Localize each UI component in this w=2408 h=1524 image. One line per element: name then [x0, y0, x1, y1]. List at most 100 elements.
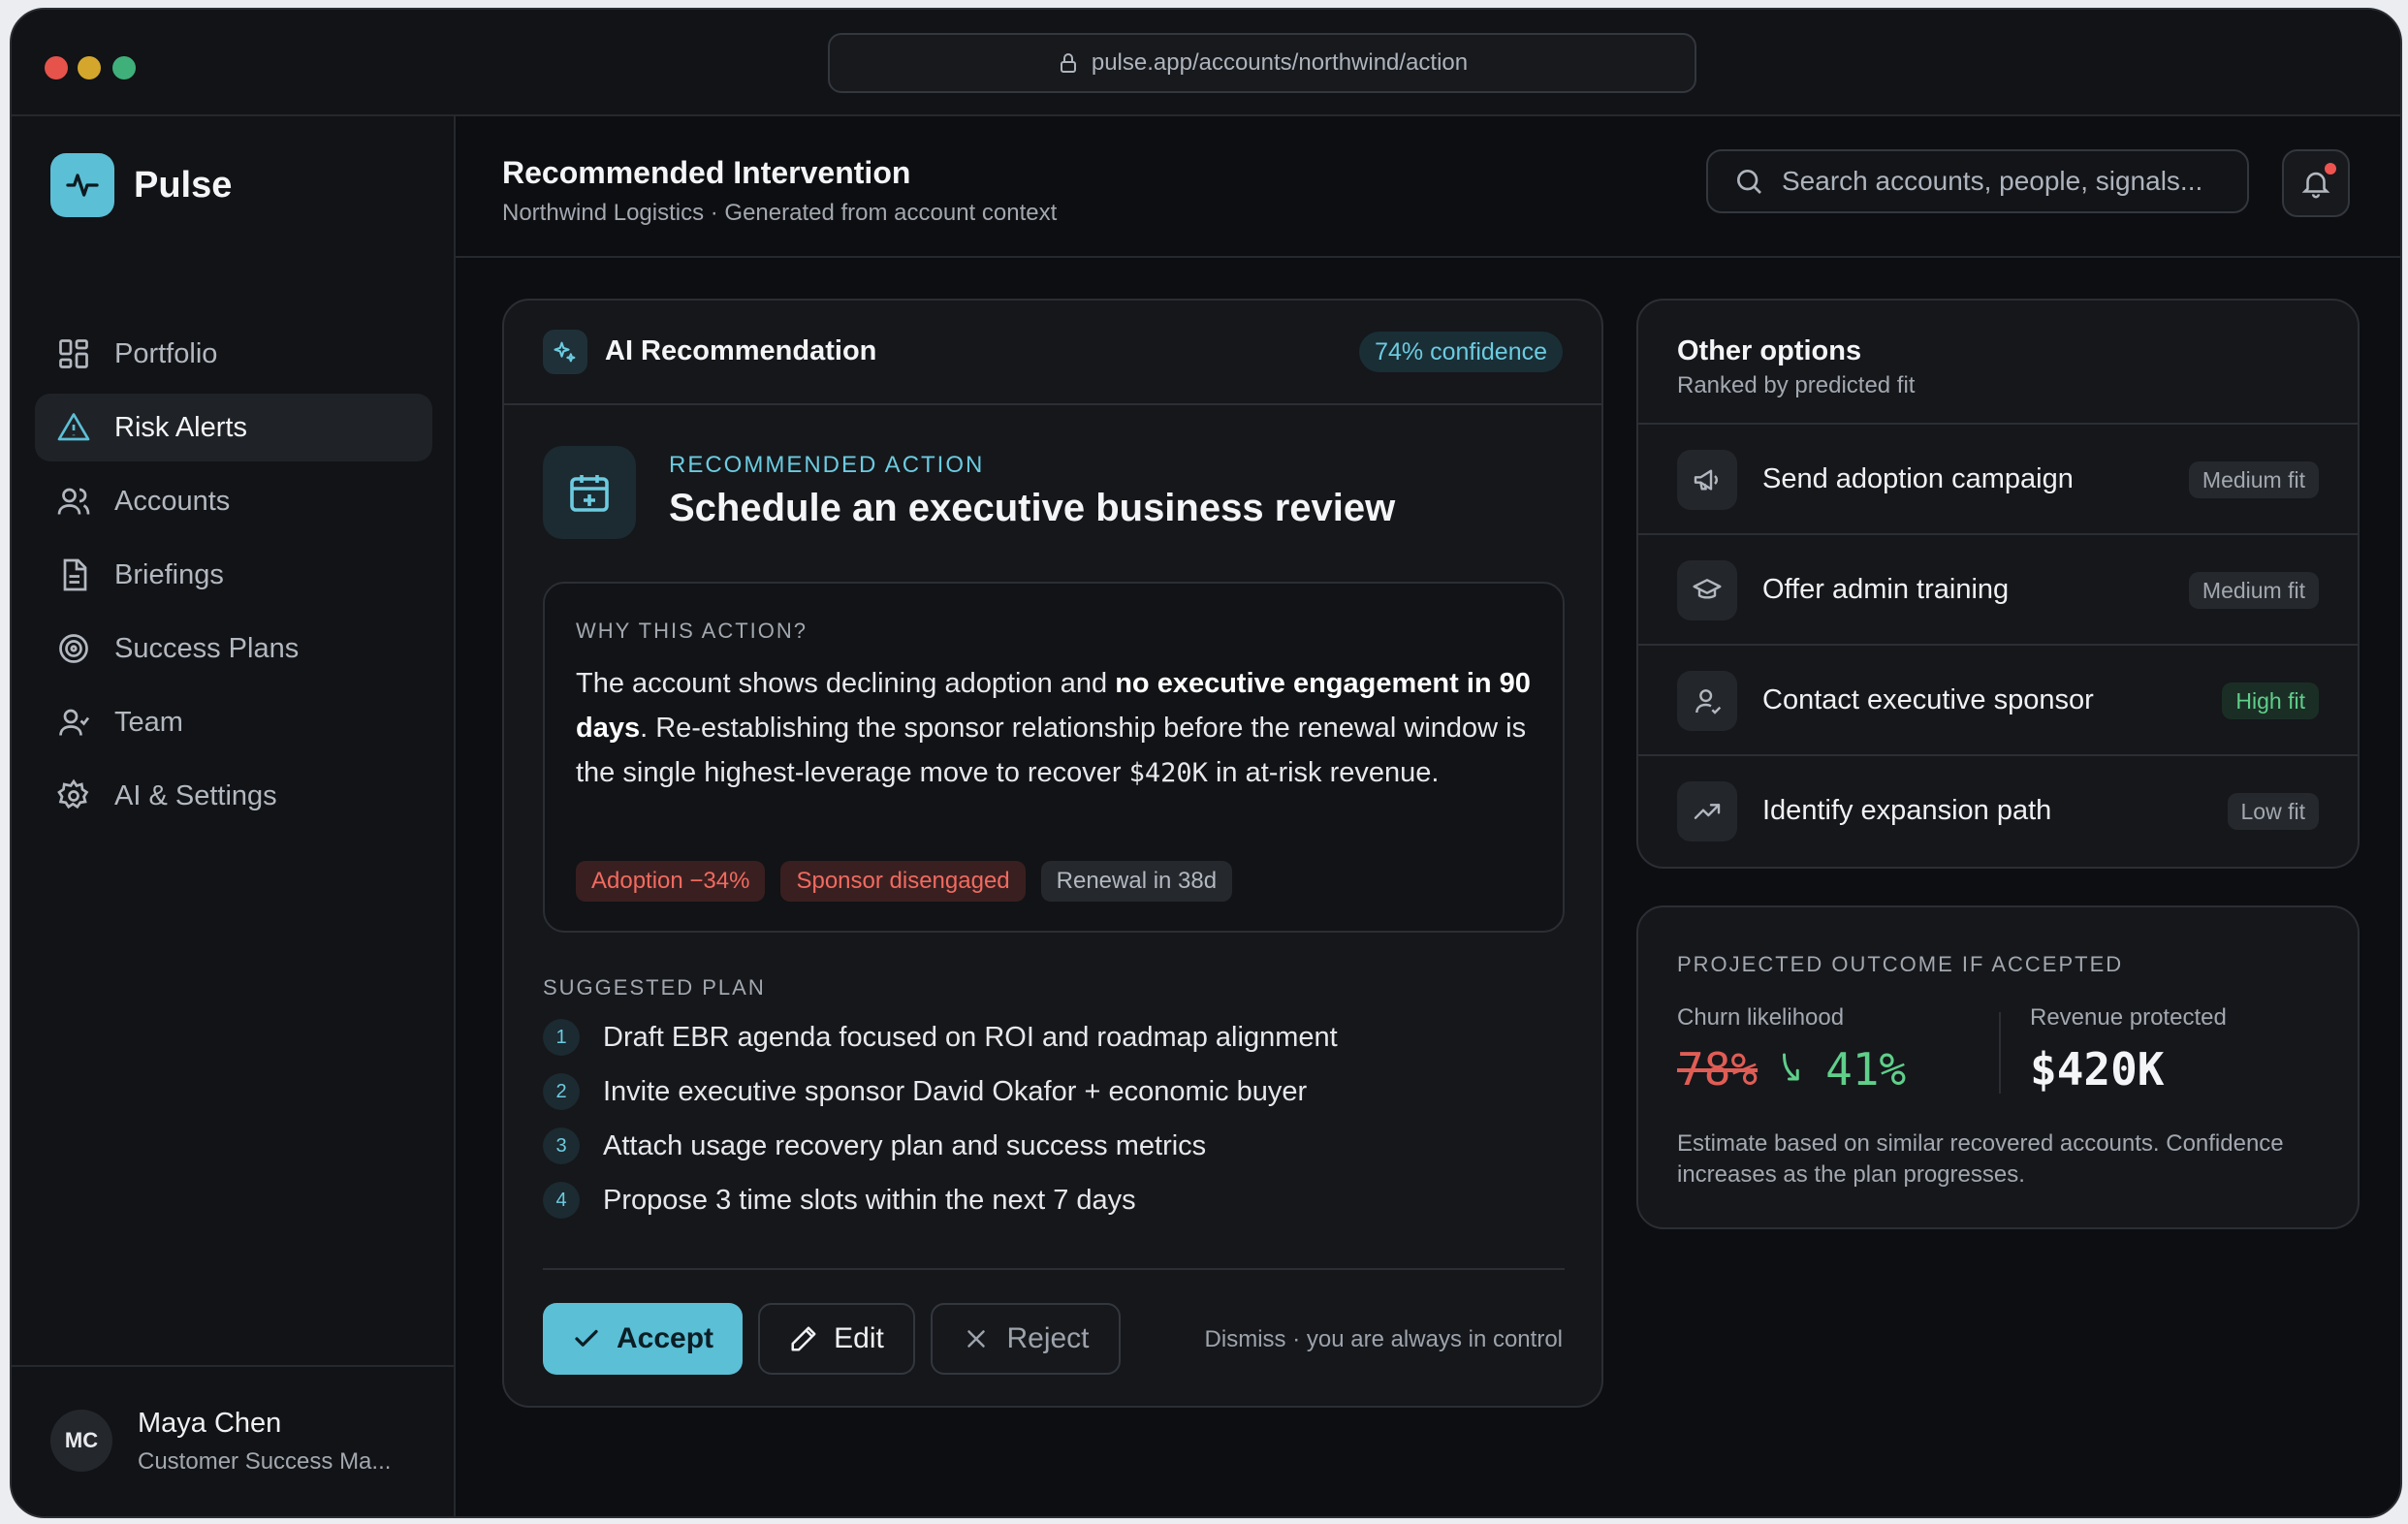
- divider: [1999, 1012, 2001, 1094]
- recommendation-card-header: AI Recommendation 74% confidence: [504, 301, 1601, 405]
- edit-label: Edit: [834, 1322, 884, 1354]
- user-role: Customer Success Ma...: [138, 1448, 392, 1475]
- accept-label: Accept: [616, 1322, 714, 1354]
- revenue-protected-value: $420K: [2030, 1043, 2165, 1095]
- address-bar[interactable]: pulse.app/accounts/northwind/action: [828, 33, 1696, 93]
- page-subtitle: Northwind Logistics · Generated from acc…: [502, 200, 1058, 226]
- page-header: Recommended Intervention Northwind Logis…: [456, 116, 2400, 258]
- sidebar-item-portfolio[interactable]: Portfolio: [35, 320, 432, 388]
- sidebar-item-label: Team: [114, 706, 183, 738]
- sidebar-item-accounts[interactable]: Accounts: [35, 467, 432, 535]
- sidebar: Pulse Portfolio Risk Alerts Accounts Bri…: [12, 116, 456, 1516]
- sidebar-nav: Portfolio Risk Alerts Accounts Briefings…: [35, 320, 432, 836]
- option-label: Offer admin training: [1762, 574, 2010, 605]
- graduation-cap-icon: [1677, 560, 1737, 620]
- recommendation-card: AI Recommendation 74% confidence RECOMME…: [502, 299, 1603, 1408]
- step-number: 3: [543, 1127, 580, 1164]
- option-identify-expansion-path[interactable]: Identify expansion path Low fit: [1638, 754, 2358, 865]
- sidebar-item-label: Accounts: [114, 485, 231, 517]
- option-offer-admin-training[interactable]: Offer admin training Medium fit: [1638, 533, 2358, 644]
- sidebar-item-label: AI & Settings: [114, 779, 277, 811]
- option-label: Identify expansion path: [1762, 795, 2052, 826]
- projected-outcome-label: PROJECTED OUTCOME IF ACCEPTED: [1677, 952, 2124, 976]
- notification-dot: [2325, 163, 2336, 175]
- tag-adoption: Adoption −34%: [576, 861, 766, 902]
- document-icon: [63, 558, 87, 591]
- option-contact-executive-sponsor[interactable]: Contact executive sponsor High fit: [1638, 644, 2358, 754]
- target-icon: [59, 634, 88, 663]
- close-window-button[interactable]: [45, 56, 68, 79]
- plan-step: 2 Invite executive sponsor David Okafor …: [543, 1064, 1565, 1119]
- app-window: pulse.app/accounts/northwind/action Puls…: [10, 8, 2402, 1518]
- sidebar-item-label: Briefings: [114, 558, 224, 590]
- options-list: Send adoption campaign Medium fit Offer …: [1638, 423, 2358, 865]
- minimize-window-button[interactable]: [78, 56, 101, 79]
- other-options-panel: Other options Ranked by predicted fit Se…: [1636, 299, 2360, 869]
- sidebar-item-team[interactable]: Team: [35, 688, 432, 756]
- step-number: 2: [543, 1073, 580, 1110]
- alert-triangle-icon: [57, 413, 90, 441]
- users-icon: [57, 488, 90, 515]
- gear-icon: [57, 778, 89, 810]
- sidebar-item-label: Risk Alerts: [114, 411, 247, 443]
- step-text: Propose 3 time slots within the next 7 d…: [603, 1184, 1136, 1216]
- fit-badge: Medium fit: [2188, 461, 2319, 498]
- why-explanation: The account shows declining adoption and…: [576, 668, 1531, 788]
- accept-button[interactable]: Accept: [543, 1303, 743, 1375]
- plan-steps: 1 Draft EBR agenda focused on ROI and ro…: [543, 1010, 1565, 1227]
- megaphone-icon: [1677, 450, 1737, 510]
- churn-likelihood-value: 78% 41%: [1677, 1043, 1906, 1095]
- recommended-action-title: Schedule an executive business review: [669, 487, 1396, 529]
- lock-icon: [1060, 53, 1076, 73]
- confidence-badge: 74% confidence: [1359, 332, 1563, 372]
- step-text: Attach usage recovery plan and success m…: [603, 1129, 1207, 1161]
- edit-button[interactable]: Edit: [758, 1303, 915, 1375]
- maximize-window-button[interactable]: [112, 56, 136, 79]
- option-label: Send adoption campaign: [1762, 463, 2074, 494]
- brand-name: Pulse: [134, 164, 233, 206]
- page-title: Recommended Intervention: [502, 155, 911, 190]
- sparkle-icon: [543, 330, 587, 374]
- trending-up-icon: [1677, 781, 1737, 841]
- tag-renewal: Renewal in 38d: [1040, 861, 1233, 902]
- sidebar-item-success-plans[interactable]: Success Plans: [35, 615, 432, 683]
- brand[interactable]: Pulse: [50, 153, 232, 217]
- suggested-plan-label: SUGGESTED PLAN: [543, 975, 766, 1000]
- churn-likelihood-label: Churn likelihood: [1677, 1004, 1845, 1031]
- fit-badge: High fit: [2222, 683, 2319, 719]
- fit-badge: Medium fit: [2188, 572, 2319, 609]
- search-icon: [1737, 170, 1761, 194]
- revenue-protected-label: Revenue protected: [2030, 1004, 2227, 1031]
- step-number: 1: [543, 1019, 580, 1056]
- divider: [543, 1268, 1565, 1270]
- signal-tags: Adoption −34% Sponsor disengaged Renewal…: [576, 861, 1233, 902]
- dismiss-link[interactable]: Dismiss · you are always in control: [1205, 1326, 1563, 1353]
- sidebar-item-ai-settings[interactable]: AI & Settings: [35, 762, 432, 830]
- plan-step: 3 Attach usage recovery plan and success…: [543, 1119, 1565, 1173]
- sidebar-item-risk-alerts[interactable]: Risk Alerts: [35, 394, 432, 461]
- estimate-note: Estimate based on similar recovered acco…: [1677, 1130, 2284, 1188]
- step-text: Draft EBR agenda focused on ROI and road…: [603, 1021, 1338, 1053]
- user-name: Maya Chen: [138, 1408, 282, 1439]
- user-profile[interactable]: MC Maya Chen Customer Success Ma...: [12, 1365, 454, 1516]
- plan-step: 1 Draft EBR agenda focused on ROI and ro…: [543, 1010, 1565, 1064]
- url-text: pulse.app/accounts/northwind/action: [1091, 49, 1469, 76]
- notifications-button[interactable]: [2282, 149, 2350, 217]
- other-options-subtitle: Ranked by predicted fit: [1677, 372, 1916, 398]
- churn-before: 78%: [1677, 1043, 1758, 1095]
- option-send-adoption-campaign[interactable]: Send adoption campaign Medium fit: [1638, 423, 2358, 533]
- other-options-title: Other options: [1677, 335, 1862, 366]
- sidebar-item-briefings[interactable]: Briefings: [35, 541, 432, 609]
- sidebar-item-label: Portfolio: [114, 337, 218, 369]
- arrow-down-right-icon: [1783, 1053, 1799, 1081]
- step-text: Invite executive sponsor David Okafor + …: [603, 1075, 1308, 1107]
- tag-sponsor: Sponsor disengaged: [780, 861, 1026, 902]
- pulse-logo-icon: [50, 153, 114, 217]
- reject-button[interactable]: Reject: [931, 1303, 1121, 1375]
- why-label: WHY THIS ACTION?: [576, 619, 808, 643]
- title-bar: pulse.app/accounts/northwind/action: [12, 10, 2400, 116]
- grid-icon: [59, 339, 88, 368]
- search-input[interactable]: Search accounts, people, signals...: [1706, 149, 2249, 213]
- check-icon: [575, 1329, 598, 1347]
- churn-after: 41%: [1825, 1043, 1907, 1095]
